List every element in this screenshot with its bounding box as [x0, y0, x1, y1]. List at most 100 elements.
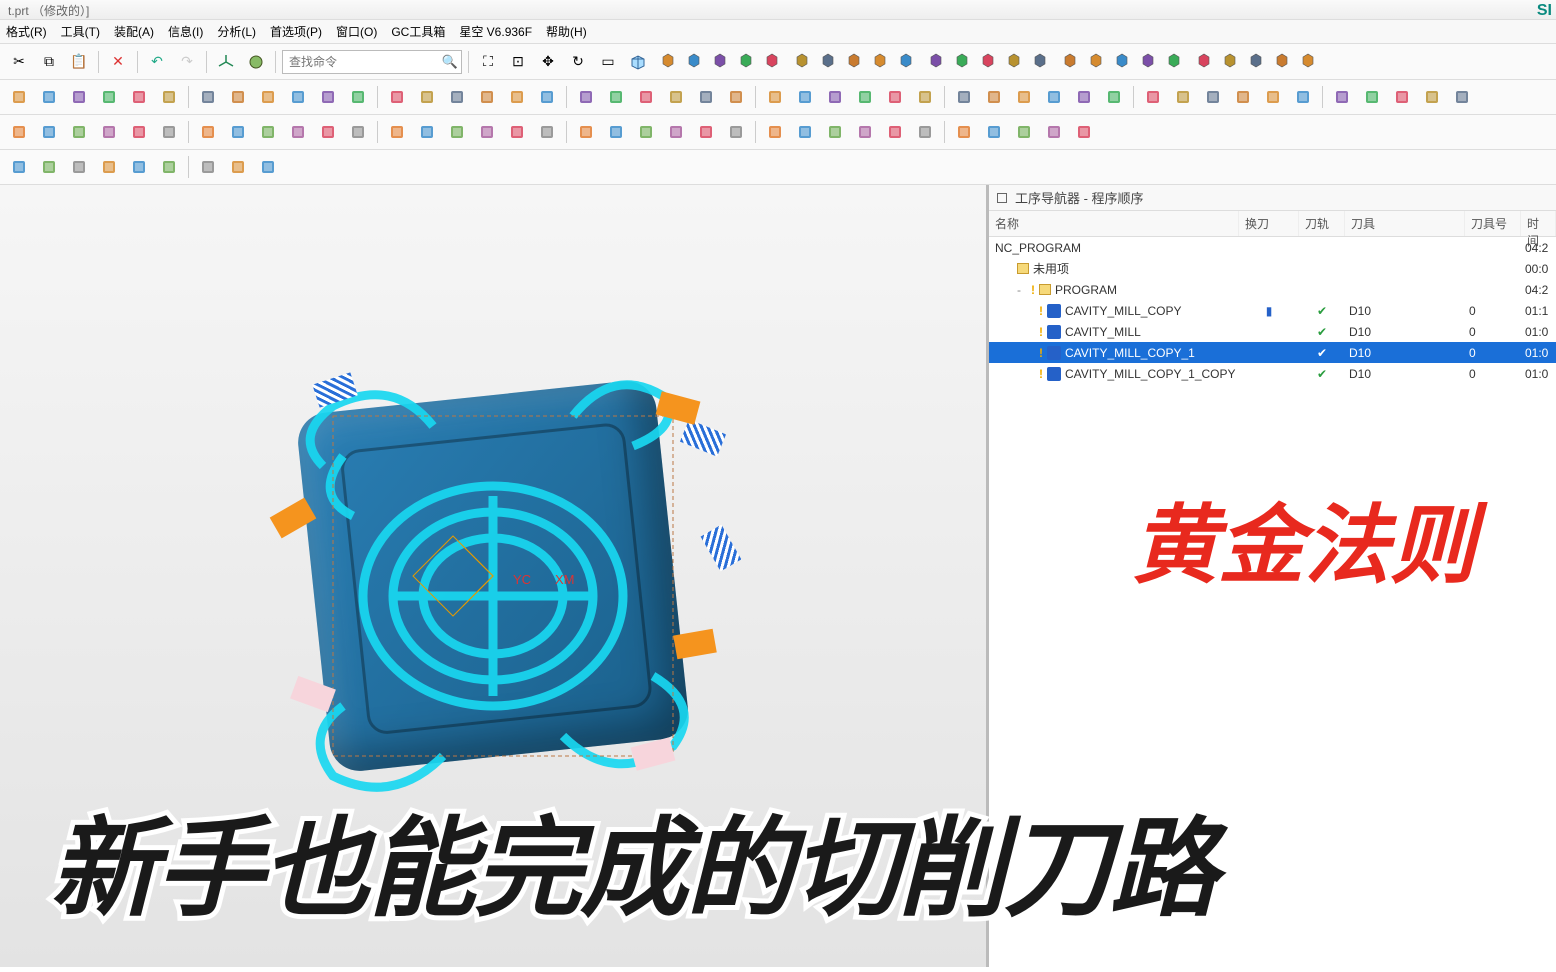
wire-icon[interactable]: [693, 119, 719, 145]
nav-tree[interactable]: NC_PROGRAM04:2未用项00:0-!PROGRAM04:2!CAVIT…: [989, 237, 1556, 967]
cam-op3-icon[interactable]: [96, 84, 122, 110]
xform-icon[interactable]: [156, 119, 182, 145]
nc4-icon[interactable]: [1071, 84, 1097, 110]
wave4-icon[interactable]: [1109, 48, 1135, 74]
play1-icon[interactable]: [723, 84, 749, 110]
clock-icon[interactable]: [852, 84, 878, 110]
layer3-icon[interactable]: [195, 84, 221, 110]
link2-icon[interactable]: [603, 84, 629, 110]
front-icon[interactable]: ▭: [595, 49, 621, 75]
pattern1-icon[interactable]: [255, 84, 281, 110]
mc-highlight-icon[interactable]: [951, 84, 977, 110]
table-shade-icon[interactable]: [693, 84, 719, 110]
dim2-icon[interactable]: [534, 84, 560, 110]
sphere-icon[interactable]: [243, 49, 269, 75]
circle-icon[interactable]: [951, 119, 977, 145]
table2-icon[interactable]: [663, 84, 689, 110]
ellipse-icon[interactable]: [1011, 119, 1037, 145]
extrude-icon[interactable]: [762, 119, 788, 145]
search-input[interactable]: [282, 50, 462, 74]
polygon-icon[interactable]: [852, 119, 878, 145]
grp4-icon[interactable]: [1389, 84, 1415, 110]
cube-trio-icon[interactable]: [655, 48, 681, 74]
command-search[interactable]: 🔍: [282, 50, 462, 74]
grp2-icon[interactable]: [1329, 84, 1355, 110]
sphere2-icon[interactable]: [444, 119, 470, 145]
box-o-icon[interactable]: [663, 119, 689, 145]
3d-3-icon[interactable]: [1200, 84, 1226, 110]
primitive3-icon[interactable]: [414, 119, 440, 145]
blend1-icon[interactable]: [534, 119, 560, 145]
col-tool-no[interactable]: 刀具号: [1465, 211, 1521, 236]
primitive2-icon[interactable]: [384, 119, 410, 145]
nc5-icon[interactable]: [1101, 84, 1127, 110]
menu-item[interactable]: 窗口(O): [336, 23, 377, 40]
play3-icon[interactable]: [792, 84, 818, 110]
pan-icon[interactable]: ✥: [535, 49, 561, 75]
box-icon[interactable]: [315, 119, 341, 145]
origin-icon[interactable]: [882, 119, 908, 145]
circle-target-icon[interactable]: [912, 119, 938, 145]
pattern3-icon[interactable]: [315, 84, 341, 110]
blend2-icon[interactable]: [573, 119, 599, 145]
helix-icon[interactable]: [504, 119, 530, 145]
grid2-icon[interactable]: [36, 119, 62, 145]
shape1-icon[interactable]: [1135, 48, 1161, 74]
3d-2-icon[interactable]: [1170, 84, 1196, 110]
grid1-icon[interactable]: [6, 119, 32, 145]
gears-icon[interactable]: [1269, 48, 1295, 74]
machine1-icon[interactable]: [882, 84, 908, 110]
menu-item[interactable]: 分析(L): [217, 23, 256, 40]
check-icon[interactable]: [1243, 48, 1269, 74]
wave3-icon[interactable]: [1083, 48, 1109, 74]
view-cube-icon[interactable]: [625, 49, 651, 75]
arrow-l-icon[interactable]: [225, 119, 251, 145]
layer2-icon[interactable]: [156, 84, 182, 110]
nav-row[interactable]: 未用项00:0: [989, 258, 1556, 279]
3d-viewport[interactable]: YC XM: [0, 185, 986, 967]
paste-icon[interactable]: 📋: [66, 49, 92, 75]
shape3-icon[interactable]: [1191, 48, 1217, 74]
layers-icon[interactable]: [195, 119, 221, 145]
col-cutter[interactable]: 刀具: [1345, 211, 1465, 236]
col-time[interactable]: 时间: [1521, 211, 1556, 236]
triangle-icon[interactable]: [1041, 119, 1067, 145]
square-dash-icon[interactable]: [981, 119, 1007, 145]
note1-icon[interactable]: [1419, 84, 1445, 110]
inspect-icon[interactable]: [225, 154, 251, 180]
shade1-icon[interactable]: [681, 48, 707, 74]
undo-icon[interactable]: ↶: [144, 49, 170, 75]
shade4-icon[interactable]: [759, 48, 785, 74]
solid-cube-icon[interactable]: [255, 154, 281, 180]
layer4-icon[interactable]: [225, 84, 251, 110]
measure-icon[interactable]: [36, 154, 62, 180]
polygon2-icon[interactable]: [156, 154, 182, 180]
flag2-icon[interactable]: [414, 84, 440, 110]
table1-icon[interactable]: [633, 84, 659, 110]
grp1-icon[interactable]: [1290, 84, 1316, 110]
rect-dot-icon[interactable]: [195, 154, 221, 180]
circle-o-icon[interactable]: [1071, 119, 1097, 145]
blend3-icon[interactable]: [603, 119, 629, 145]
col-track[interactable]: 刀轨: [1299, 211, 1345, 236]
col-name[interactable]: 名称: [989, 211, 1239, 236]
layer1-icon[interactable]: [126, 84, 152, 110]
assembly4-icon[interactable]: [893, 48, 919, 74]
hide-menu-icon[interactable]: [789, 48, 815, 74]
pattern2-icon[interactable]: [285, 84, 311, 110]
nav-row[interactable]: !CAVITY_MILL_COPY▮✔D10001:1: [989, 300, 1556, 321]
play4-icon[interactable]: [822, 84, 848, 110]
shape2-icon[interactable]: [1161, 48, 1187, 74]
machine2-icon[interactable]: [912, 84, 938, 110]
assembly3-icon[interactable]: [867, 48, 893, 74]
rotate-icon[interactable]: ↻: [565, 49, 591, 75]
cam-op1-icon[interactable]: [36, 84, 62, 110]
paint1-icon[interactable]: [923, 48, 949, 74]
grp3-icon[interactable]: [1359, 84, 1385, 110]
menu-item[interactable]: 装配(A): [114, 23, 154, 40]
del-icon[interactable]: [1230, 84, 1256, 110]
zoom-icon[interactable]: ⊡: [505, 49, 531, 75]
menu-item[interactable]: 格式(R): [6, 23, 47, 40]
check2-icon[interactable]: [1260, 84, 1286, 110]
arrow-r-icon[interactable]: [255, 119, 281, 145]
